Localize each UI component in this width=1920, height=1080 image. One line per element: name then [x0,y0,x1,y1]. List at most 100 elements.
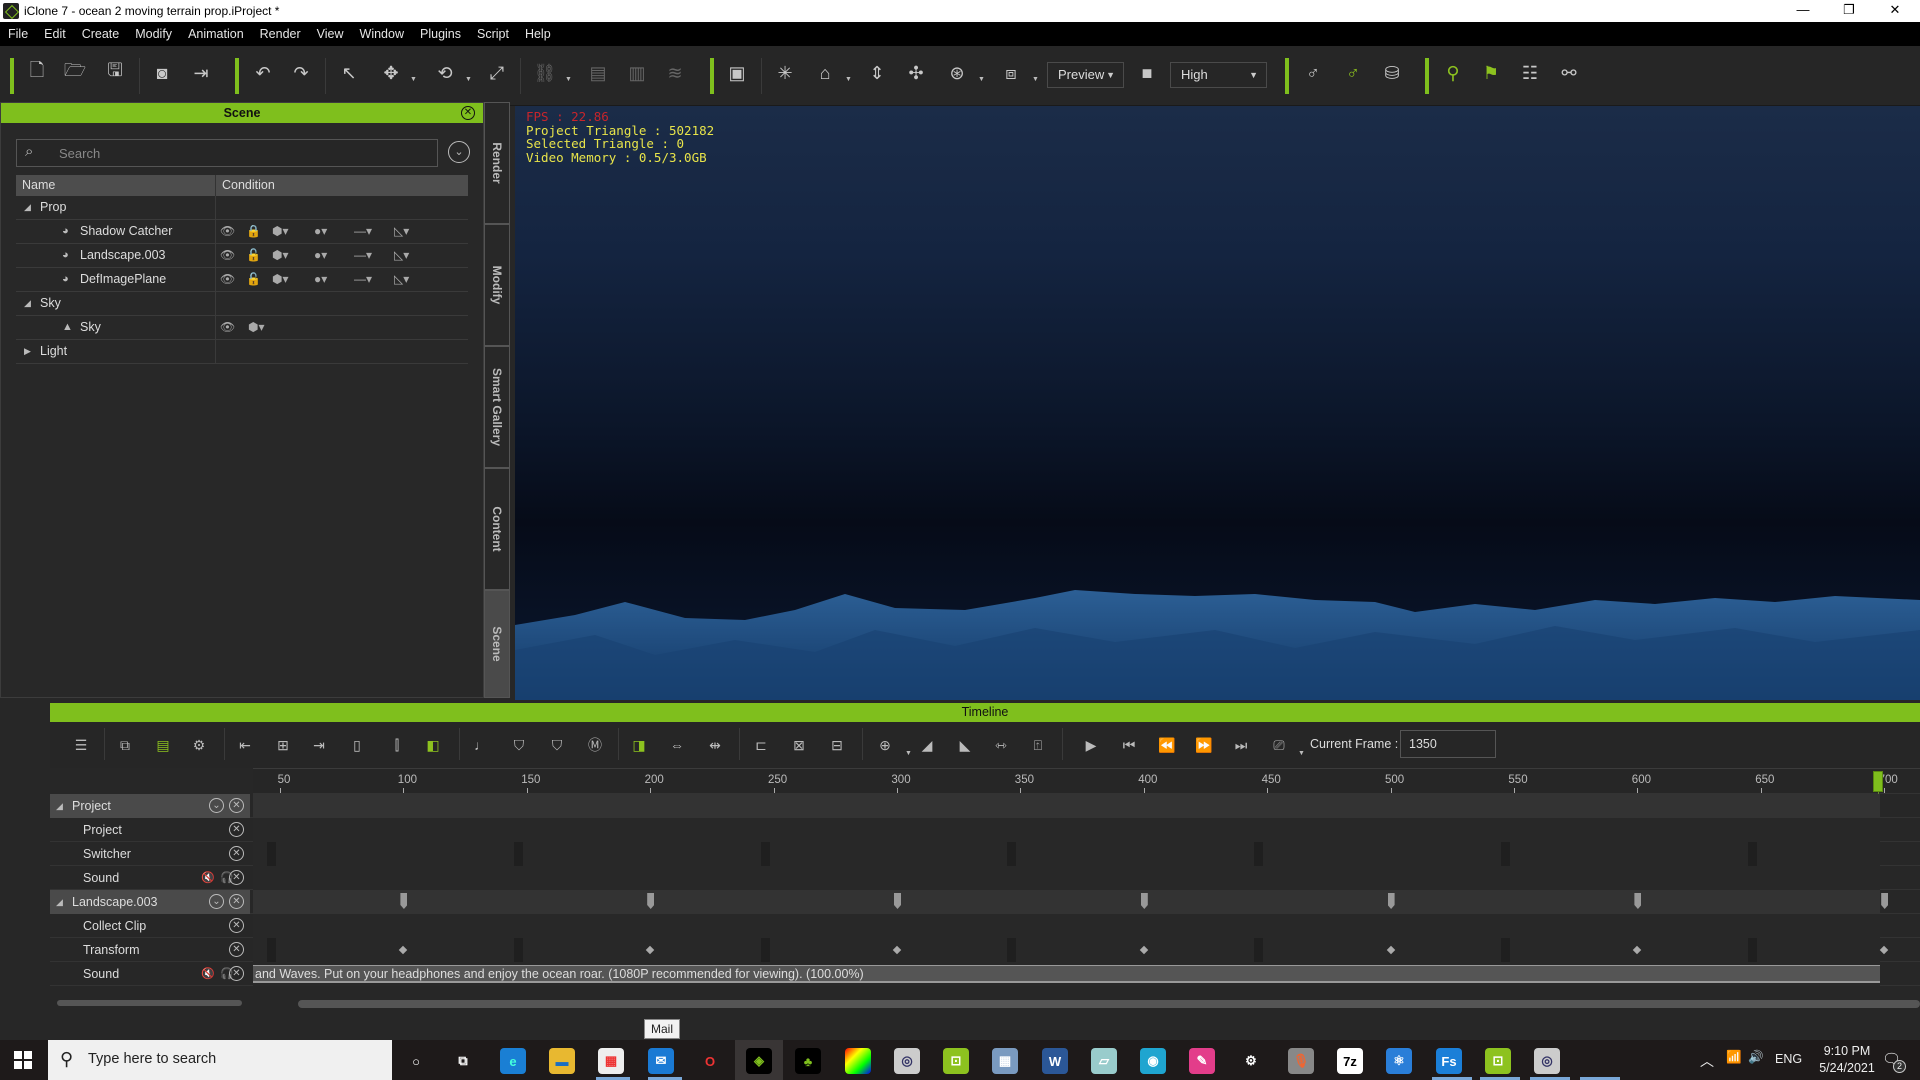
timeline-ruler[interactable]: 50 100 150 200 250 300 350 400 450 500 550 600 650 70… [253,768,1920,794]
fit-keys-icon[interactable]: ⇿ [990,734,1012,756]
greenapp-icon[interactable]: ⊡ [943,1048,969,1074]
go-to-end-icon[interactable]: ⏭ [1230,734,1252,756]
key-options-icon[interactable]: ⊟ [826,734,848,756]
restore-button[interactable]: ❐ [1826,0,1872,22]
snap-icon[interactable]: ⛓ [532,60,558,86]
rotate-dropdown-icon[interactable]: ▼ [465,76,472,83]
keyframe-marker[interactable] [1881,893,1889,909]
remove-track-icon[interactable]: ✕ [229,942,244,957]
file-explorer-icon[interactable]: ▬ [549,1048,575,1074]
home-icon[interactable]: ⌂ [812,60,838,86]
motion-layer-icon[interactable]: ⛁ [1379,60,1405,86]
menu-window[interactable]: Window [352,22,412,46]
cube-icon[interactable]: ⬢▾ [272,248,289,262]
task-view-icon[interactable]: ⧉ [450,1048,476,1074]
keyframe-marker[interactable] [1387,893,1395,909]
character-creator-icon[interactable]: ♣ [795,1048,821,1074]
calculator-icon[interactable]: ▦ [992,1048,1018,1074]
menu-help[interactable]: Help [517,22,559,46]
close-icon[interactable]: ✕ [461,106,475,120]
close-button[interactable]: ✕ [1872,0,1918,22]
track-label-cell[interactable]: Sound 🔇 🎧 ✕ [50,866,250,890]
cube-icon[interactable]: ⬢▾ [248,320,265,334]
keyframe-marker[interactable] [1140,893,1148,909]
camera-icon[interactable]: ■ [1134,60,1160,86]
motion-puppet-icon[interactable]: ♂ [1300,60,1326,86]
7zip-icon[interactable]: 7z [1337,1048,1363,1074]
prev-key-icon[interactable]: ◢ [916,734,938,756]
remove-track-icon[interactable]: ✕ [229,846,244,861]
office-icon[interactable]: O [697,1048,723,1074]
track-row[interactable]: Sound 🔇 🎧 ✕ [50,866,1920,890]
clip-icon[interactable]: ▯ [346,734,368,756]
undo-icon[interactable]: ↶ [250,60,276,86]
menu-plugins[interactable]: Plugins [412,22,469,46]
tree-item[interactable]: ◕ Shadow Catcher 👁 🔒 ⬢▾ ●▾ —▾ ◺▾ [16,220,468,244]
3d-viewport[interactable] [515,106,1920,700]
track-row[interactable]: Collect Clip ✕ [50,914,1920,938]
fs-app-icon[interactable]: Fs [1436,1048,1462,1074]
track-list-icon[interactable]: ☰ [70,734,92,756]
menu-render[interactable]: Render [252,22,309,46]
track-label-cell[interactable]: ◢ Landscape.003 ⌄ ✕ [50,890,250,914]
track-lane[interactable] [253,842,1880,866]
keyframe-marker[interactable] [400,893,408,909]
fit-range-icon[interactable]: ⇔ [666,734,688,756]
line-icon[interactable]: —▾ [354,272,372,286]
menu-file[interactable]: File [0,22,36,46]
track-label-cell[interactable]: Switcher ✕ [50,842,250,866]
shadow-icon[interactable]: ●▾ [314,272,327,286]
microphone-icon[interactable]: 🎙 [1288,1048,1314,1074]
camera-icon[interactable]: ◉ [1140,1048,1166,1074]
zoom-dropdown-icon[interactable]: ▼ [905,750,912,757]
transform-keyframe[interactable] [1879,945,1889,955]
filter-options-icon[interactable]: ⛉ [546,734,568,756]
remove-track-icon[interactable]: ✕ [229,870,244,885]
line-icon[interactable]: —▾ [354,248,372,262]
transform-keyframe[interactable] [1139,945,1149,955]
camera-orbit-icon[interactable]: ⊛ [944,60,970,86]
split-icon[interactable]: ⫿ [386,734,408,756]
box-frame-icon[interactable]: ⧈ [998,60,1024,86]
word-icon[interactable]: W [1042,1048,1068,1074]
select-arrow-icon[interactable]: ↖ [336,60,362,86]
fit-vertical-icon[interactable]: ⇕ [864,60,890,86]
shadow-icon[interactable]: ●▾ [314,248,327,262]
mute-icon[interactable]: 🔇 [201,962,215,986]
orbit-dropdown-icon[interactable]: ▼ [978,76,985,83]
move-track-down-icon[interactable]: ⇥ [308,734,330,756]
tree-item[interactable]: ◕ DefImagePlane 👁 🔓 ⬢▾ ●▾ —▾ ◺▾ [16,268,468,292]
previous-frame-icon[interactable]: ⏪ [1156,734,1178,756]
visibility-eye-icon[interactable]: 👁 [220,272,235,286]
line-icon[interactable]: —▾ [354,224,372,238]
expand-triangle-icon[interactable]: ◢ [56,794,63,818]
tab-content[interactable]: Content [484,468,510,590]
track-group[interactable]: ◢ Project ⌄ ✕ [50,794,1920,818]
track-group[interactable]: ◢ Landscape.003 ⌄ ✕ [50,890,1920,914]
motion-record-icon[interactable]: ♂ [1340,60,1366,86]
remove-track-icon[interactable]: ✕ [229,894,244,909]
open-folder-icon[interactable]: 🗁 [62,60,88,86]
language-indicator[interactable]: ENG [1775,1052,1802,1066]
track-label-cell[interactable]: Sound 🔇 🎧 ✕ [50,962,250,986]
track-row[interactable]: Project ✕ [50,818,1920,842]
volume-icon[interactable]: 🔊 [1748,1050,1764,1065]
transform-keyframe[interactable] [1633,945,1642,955]
tab-modify[interactable]: Modify [484,224,510,346]
align-distribute-icon[interactable]: ▥ [624,60,650,86]
track-lane[interactable] [253,890,1889,914]
store-icon[interactable]: ▦ [598,1048,624,1074]
track-label-cell[interactable]: Transform ✕ [50,938,250,962]
cortana-icon[interactable]: ○ [403,1048,429,1074]
go-to-start-icon[interactable]: ⏮ [1118,734,1140,756]
track-lane[interactable] [253,914,1880,938]
tree-group-light[interactable]: ▶ Light [16,340,468,364]
color-app-icon[interactable] [845,1048,871,1074]
menu-edit[interactable]: Edit [36,22,74,46]
tab-scene[interactable]: Scene [484,590,510,698]
rotate-icon[interactable]: ⟲ [432,60,458,86]
menu-animation[interactable]: Animation [180,22,252,46]
hide-eye-icon[interactable]: ≋ [662,60,688,86]
cube-icon[interactable]: ⬢▾ [272,224,289,238]
remove-track-icon[interactable]: ✕ [229,918,244,933]
